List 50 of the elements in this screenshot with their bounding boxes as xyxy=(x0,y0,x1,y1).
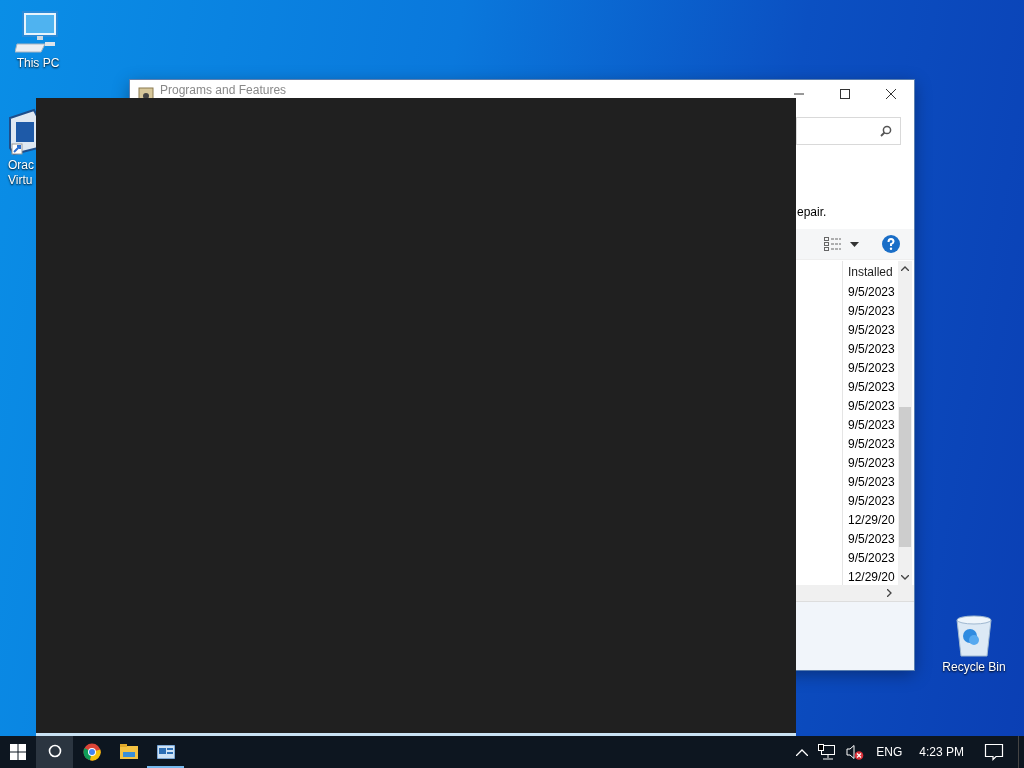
icon-label: Recycle Bin xyxy=(942,660,1006,675)
table-cell-text: 9/5/2023 xyxy=(847,341,896,358)
table-cell-text: 9/5/2023 xyxy=(847,398,896,415)
dropdown-caret-icon[interactable] xyxy=(850,241,859,247)
icon-label: Virtu xyxy=(8,173,33,188)
taskbar-button[interactable] xyxy=(36,736,73,768)
browser-icon xyxy=(82,743,101,761)
table-cell-text: 9/5/2023 xyxy=(847,284,896,301)
window-title: Programs and Features xyxy=(160,82,288,97)
table-cell-text: 9/5/2023 xyxy=(847,455,896,472)
search-icon xyxy=(46,744,63,760)
search-icon xyxy=(880,125,892,137)
description-text: epair. xyxy=(796,204,828,221)
table-cell-text: 9/5/2023 xyxy=(847,531,896,548)
column-header[interactable]: Installed xyxy=(843,261,898,283)
table-cell-text: 12/29/20 xyxy=(847,569,896,585)
scroll-thumb[interactable] xyxy=(899,407,911,547)
table-cell-text: 9/5/2023 xyxy=(847,322,896,339)
recycle-bin-icon[interactable] xyxy=(954,614,994,658)
table-cell-text: 9/5/2023 xyxy=(847,493,896,510)
view-list-icon[interactable] xyxy=(824,237,842,251)
maximize-icon xyxy=(840,89,850,99)
computer-icon[interactable] xyxy=(15,10,61,54)
scroll-right-icon xyxy=(887,589,892,597)
computer-box-icon[interactable] xyxy=(8,108,38,156)
scroll-down-icon xyxy=(901,575,909,580)
scroll-up-icon xyxy=(901,266,909,271)
horizontal-scrollbar[interactable] xyxy=(796,585,914,602)
table-cell-text: 9/5/2023 xyxy=(847,474,896,491)
table-cell-text: 12/29/20 xyxy=(847,512,896,529)
help-icon[interactable] xyxy=(882,235,900,253)
table-cell-text: 9/5/2023 xyxy=(847,303,896,320)
table-cell-text: 9/5/2023 xyxy=(847,360,896,377)
icon-label: This PC xyxy=(16,56,60,71)
chevron-up-icon[interactable] xyxy=(796,748,809,756)
network-icon[interactable] xyxy=(818,744,837,760)
close-icon xyxy=(886,89,896,99)
table-cell-text: 9/5/2023 xyxy=(847,417,896,434)
vertical-scrollbar[interactable] xyxy=(898,261,912,585)
table-cell-text: 9/5/2023 xyxy=(847,436,896,453)
app-window-icon xyxy=(156,745,175,759)
icon-label: Orac xyxy=(8,158,34,173)
language-indicator[interactable]: ENG xyxy=(876,745,903,759)
windows-logo-icon xyxy=(10,744,26,760)
clock[interactable]: 4:23 PM xyxy=(919,745,964,759)
table-cell-text: 9/5/2023 xyxy=(847,379,896,396)
search-field[interactable] xyxy=(796,117,901,145)
table-cell-text: 9/5/2023 xyxy=(847,550,896,567)
volume-muted-icon[interactable] xyxy=(846,744,865,760)
notification-icon[interactable] xyxy=(984,743,1004,761)
